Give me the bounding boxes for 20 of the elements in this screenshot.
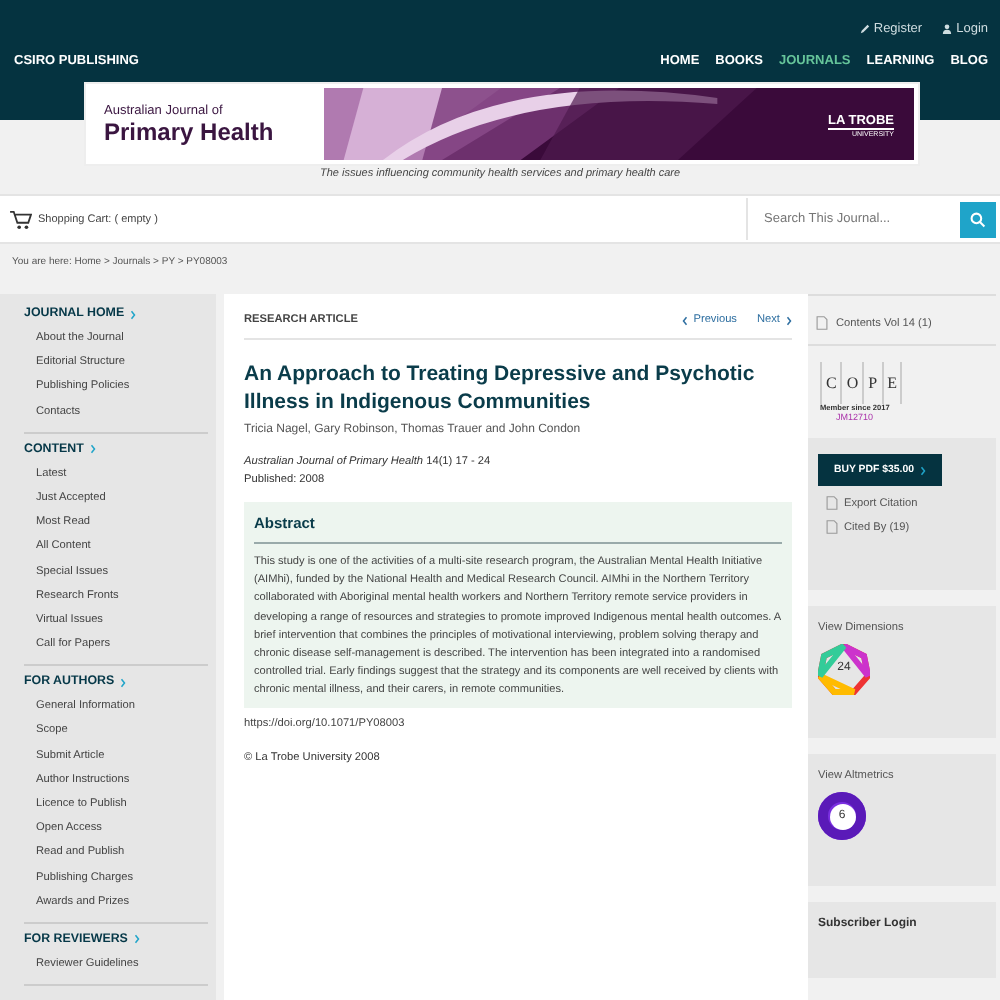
cope-letter: E: [883, 362, 903, 404]
journal-title: Primary Health: [104, 117, 276, 145]
chevron-right-icon: [89, 444, 96, 455]
chevron-left-icon: [681, 315, 688, 325]
dimensions-ring-icon: [818, 644, 870, 696]
article-title: An Approach to Treating Depressive and Psychotic Illness in Indigenous Communities: [244, 360, 757, 416]
search-icon: [970, 211, 986, 227]
chevron-right-icon: [133, 934, 140, 945]
cope-letter: C: [822, 362, 843, 404]
chevron-right-icon: [120, 677, 127, 688]
cope-letter: P: [864, 362, 884, 404]
pencil-icon: [859, 24, 870, 34]
search-button[interactable]: [960, 201, 996, 237]
user-icon: [942, 24, 953, 34]
cope-letter: O: [842, 362, 865, 404]
document-icon: [816, 316, 828, 330]
chevron-right-icon: [786, 315, 792, 325]
chevron-right-icon: [919, 465, 926, 475]
cart-icon[interactable]: [10, 209, 32, 229]
chevron-right-icon: [130, 309, 137, 319]
